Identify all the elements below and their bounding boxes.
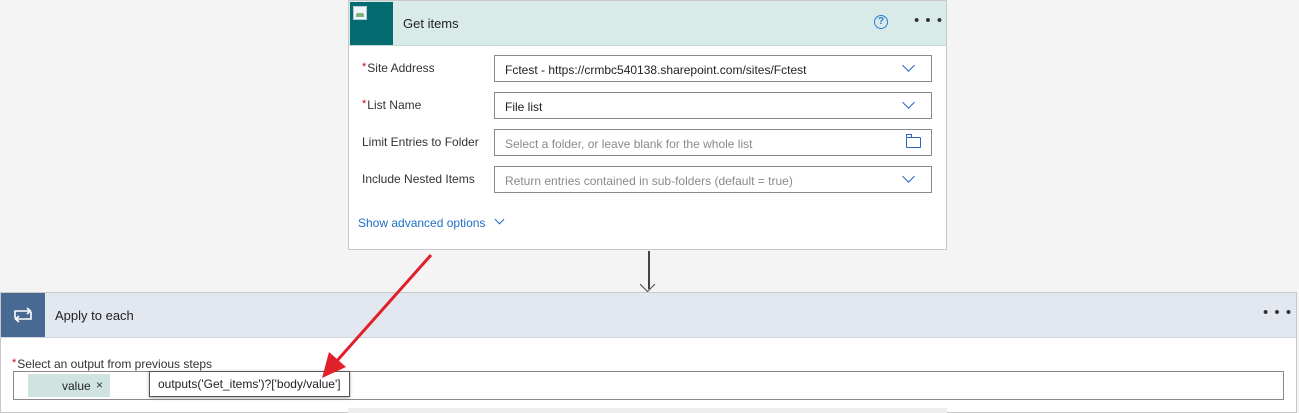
loop-icon xyxy=(1,293,45,337)
expression-text: outputs('Get_items')?['body/value'] xyxy=(158,377,341,391)
get-items-header[interactable]: Get items ? • • • xyxy=(349,1,946,46)
ellipsis-icon[interactable]: • • • xyxy=(914,12,943,29)
apply-to-each-header[interactable]: Apply to each • • • xyxy=(1,293,1296,338)
ellipsis-icon[interactable]: • • • xyxy=(1263,304,1292,321)
chevron-down-icon[interactable] xyxy=(902,170,915,183)
folder-icon[interactable] xyxy=(906,134,921,148)
expression-tooltip: outputs('Get_items')?['body/value'] xyxy=(149,371,350,397)
site-address-value: Fctest - https://crmbc540138.sharepoint.… xyxy=(505,63,807,77)
connector-arrow-icon xyxy=(639,276,656,293)
chevron-down-icon[interactable] xyxy=(902,59,915,72)
list-name-value: File list xyxy=(505,100,543,114)
apply-to-each-title[interactable]: Apply to each xyxy=(55,308,134,323)
select-output-input[interactable]: value × outputs('Get_items')?['body/valu… xyxy=(13,371,1284,400)
limit-folder-label: Limit Entries to Folder xyxy=(362,135,479,149)
site-address-label: *Site Address xyxy=(362,61,435,75)
limit-folder-input[interactable]: Select a folder, or leave blank for the … xyxy=(494,129,932,156)
remove-token-icon[interactable]: × xyxy=(96,378,103,392)
token-label: value xyxy=(62,379,91,393)
show-advanced-options-link[interactable]: Show advanced options xyxy=(358,216,485,230)
broken-image-icon xyxy=(353,6,367,20)
question-circle-icon[interactable]: ? xyxy=(874,15,888,29)
nested-items-placeholder: Return entries contained in sub-folders … xyxy=(505,174,793,188)
apply-to-each-card: Apply to each • • • *Select an output fr… xyxy=(0,292,1297,413)
list-name-dropdown[interactable]: File list xyxy=(494,92,932,119)
select-output-label: *Select an output from previous steps xyxy=(12,357,213,371)
site-address-dropdown[interactable]: Fctest - https://crmbc540138.sharepoint.… xyxy=(494,55,932,82)
next-card-shadow xyxy=(348,408,947,413)
chevron-down-icon[interactable] xyxy=(902,96,915,109)
get-items-card: Get items ? • • • *Site Address Fctest -… xyxy=(348,0,947,250)
get-items-title[interactable]: Get items xyxy=(403,16,459,31)
list-name-label: *List Name xyxy=(362,98,422,112)
limit-folder-placeholder: Select a folder, or leave blank for the … xyxy=(505,137,753,151)
value-token[interactable]: value × xyxy=(28,374,110,397)
sharepoint-icon xyxy=(350,2,393,45)
nested-items-dropdown[interactable]: Return entries contained in sub-folders … xyxy=(494,166,932,193)
chevron-down-icon[interactable] xyxy=(494,214,505,225)
nested-items-label: Include Nested Items xyxy=(362,172,475,186)
